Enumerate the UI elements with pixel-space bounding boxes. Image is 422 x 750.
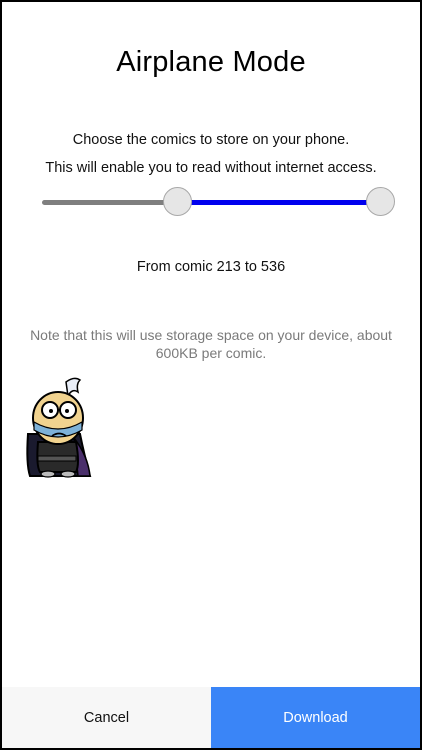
description-line-1: Choose the comics to store on your phone…: [72, 132, 350, 148]
selected-range-label: From comic 213 to 536: [136, 259, 286, 275]
download-button[interactable]: Download: [211, 687, 420, 748]
airplane-mode-screen: Airplane Mode Choose the comics to store…: [0, 0, 422, 750]
slider-track-unselected: [42, 200, 178, 205]
sad-comic-character-icon: [26, 377, 92, 478]
page-title: Airplane Mode: [116, 46, 306, 78]
comic-range-slider[interactable]: [42, 187, 398, 219]
cancel-button[interactable]: Cancel: [2, 687, 211, 748]
storage-note: Note that this will use storage space on…: [30, 327, 392, 361]
slider-thumb-end[interactable]: [366, 187, 395, 216]
description-line-2: This will enable you to read without int…: [45, 160, 377, 176]
action-bar: Cancel Download: [2, 687, 420, 748]
slider-thumb-start[interactable]: [163, 187, 192, 216]
slider-track-selected: [178, 200, 381, 205]
